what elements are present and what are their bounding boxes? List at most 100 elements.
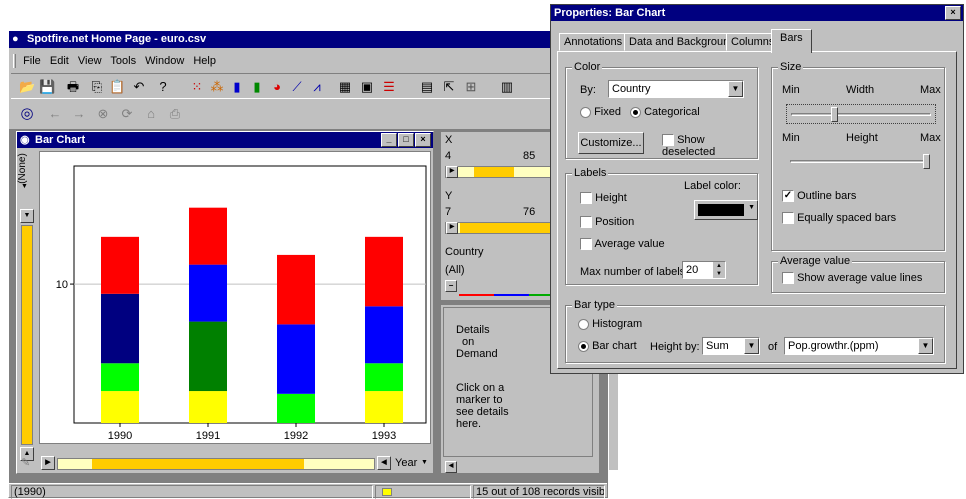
fixed-radio[interactable]: Fixed (580, 106, 621, 118)
dialog-close-button[interactable]: × (945, 6, 961, 20)
outline-bars-checkbox[interactable]: ✓ Outline bars (782, 190, 856, 203)
help-pointer-icon[interactable]: ? (155, 79, 171, 95)
width-slider[interactable] (786, 104, 936, 124)
show-avg-lines-box[interactable] (782, 272, 794, 285)
x-scroll-left-button[interactable]: ▶ (41, 456, 55, 470)
refresh-icon[interactable]: ⟳ (119, 106, 135, 122)
x-query-range[interactable] (474, 167, 514, 177)
show-avg-lines-checkbox[interactable]: Show average value lines (782, 272, 922, 285)
bar-chart-radio-icon[interactable] (578, 340, 589, 352)
paste-icon[interactable]: 📋 (109, 79, 125, 95)
height-by-dropdown-icon[interactable]: ▼ (744, 338, 759, 354)
maximize-button[interactable]: □ (398, 133, 414, 147)
tab-bars[interactable]: Bars (771, 29, 812, 53)
country-query-button[interactable]: − (445, 280, 457, 292)
print-page-icon[interactable]: ⎙ (167, 106, 183, 122)
histogram-radio-icon[interactable] (578, 318, 589, 330)
menu-window[interactable]: Window (145, 55, 184, 67)
outline-bars-box[interactable]: ✓ (782, 190, 794, 203)
bar-chart-icon[interactable]: ▮ (229, 79, 245, 95)
target-icon[interactable]: ◎ (19, 106, 35, 122)
height-slider[interactable] (786, 152, 936, 172)
export-icon[interactable]: ⇱ (441, 79, 457, 95)
layout-icon[interactable]: ▤ (419, 79, 435, 95)
fixed-radio-icon[interactable] (580, 106, 591, 118)
x-query-left-button[interactable]: ▶ (446, 166, 458, 178)
stacked-bar-icon[interactable]: ▮ (249, 79, 265, 95)
x-scroll-right-button[interactable]: ◀ (377, 456, 391, 470)
categorical-radio[interactable]: Categorical (630, 106, 700, 118)
3d-scatter-icon[interactable]: ⁂ (209, 79, 225, 95)
undo-icon[interactable]: ↶ (131, 79, 147, 95)
annotation-icon[interactable]: ✎ (21, 456, 30, 469)
position-checkbox[interactable]: Position (580, 216, 634, 229)
back-icon[interactable]: ← (47, 106, 63, 122)
label-color-dropdown-icon[interactable]: ▼ (748, 204, 755, 211)
report-icon[interactable]: ⊞ (463, 79, 479, 95)
label-color-swatch (698, 204, 744, 216)
height-by-select[interactable]: Sum ▼ (702, 337, 760, 355)
menu-view[interactable]: View (78, 55, 102, 67)
stop-icon[interactable]: ⊗ (95, 106, 111, 122)
y-scroll-top-button[interactable]: ▼ (20, 209, 34, 223)
copy-icon[interactable]: ⎘ (89, 79, 105, 95)
column-select[interactable]: Pop.growthr.(ppm) ▼ (784, 337, 934, 355)
pie-chart-icon[interactable]: ◕ (269, 79, 285, 95)
column-dropdown-icon[interactable]: ▼ (918, 338, 933, 354)
minimize-button[interactable]: _ (381, 133, 397, 147)
save-icon[interactable]: 💾 (39, 79, 55, 95)
tab-annotations[interactable]: Annotations (559, 33, 628, 51)
x-range-slider[interactable] (57, 458, 375, 470)
bar-chart-radio[interactable]: Bar chart (578, 340, 637, 352)
width-slider-thumb[interactable] (830, 107, 838, 122)
spinner-down-icon[interactable]: ▼ (713, 270, 725, 278)
menu-edit[interactable]: Edit (50, 55, 69, 67)
close-button[interactable]: × (415, 133, 431, 147)
height-slider-thumb[interactable] (923, 154, 930, 169)
y-range-slider[interactable] (21, 225, 33, 445)
home-icon[interactable]: ⌂ (143, 106, 159, 122)
profile-chart-icon[interactable]: ⩘ (309, 79, 325, 95)
table-icon[interactable]: ▦ (337, 79, 353, 95)
height-checkbox[interactable]: Height (580, 192, 627, 205)
main-title-bar[interactable]: ● Spotfire.net Home Page - euro.csv (9, 31, 607, 48)
bar-chart-title-bar[interactable]: ◉ Bar Chart _ □ × (17, 132, 433, 148)
equally-spaced-box[interactable] (782, 212, 794, 225)
legend-icon[interactable]: ☰ (381, 79, 397, 95)
menu-file[interactable]: File (23, 55, 41, 67)
average-value-checkbox-box[interactable] (580, 238, 592, 251)
position-checkbox-box[interactable] (580, 216, 592, 229)
color-by-select[interactable]: Country ▼ (608, 80, 744, 98)
menu-tools[interactable]: Tools (110, 55, 136, 67)
menu-help[interactable]: Help (193, 55, 216, 67)
y-axis-selector[interactable]: (None) ▼ ▼ ▲ (17, 151, 37, 461)
color-by-dropdown-icon[interactable]: ▼ (728, 81, 743, 97)
y-selector-dropdown-icon[interactable]: ▼ (21, 183, 28, 190)
show-deselected-box[interactable] (662, 134, 674, 147)
forward-icon[interactable]: → (71, 106, 87, 122)
equally-spaced-checkbox[interactable]: Equally spaced bars (782, 212, 896, 225)
dialog-title-bar[interactable]: Properties: Bar Chart × (551, 5, 963, 21)
query-icon[interactable]: ▣ (359, 79, 375, 95)
scatter-plot-icon[interactable]: ⁙ (189, 79, 205, 95)
show-deselected-checkbox[interactable]: Show deselected (662, 134, 757, 158)
details-scroll-left-button[interactable]: ◀ (445, 461, 457, 473)
y-query-range[interactable] (460, 223, 554, 233)
x-selector-label[interactable]: Year (395, 457, 417, 469)
open-icon[interactable]: 📂 (19, 79, 35, 95)
x-range-selected[interactable] (92, 459, 304, 469)
line-chart-icon[interactable]: ⟋ (289, 79, 305, 95)
tool-icon[interactable]: ▥ (499, 79, 515, 95)
tab-data-background[interactable]: Data and Background (624, 33, 741, 51)
max-labels-spinner[interactable]: 20 ▲ ▼ (682, 261, 726, 279)
label-color-picker[interactable]: ▼ (694, 200, 758, 220)
histogram-radio[interactable]: Histogram (578, 318, 642, 330)
x-selector-dropdown-icon[interactable]: ▼ (421, 459, 428, 466)
spinner-up-icon[interactable]: ▲ (713, 262, 725, 270)
categorical-radio-icon[interactable] (630, 106, 641, 118)
y-query-left-button[interactable]: ▶ (446, 222, 458, 234)
average-value-checkbox[interactable]: Average value (580, 238, 665, 251)
customize-button[interactable]: Customize... (578, 132, 644, 154)
height-checkbox-box[interactable] (580, 192, 592, 205)
print-icon[interactable]: 🖶 (65, 79, 81, 95)
